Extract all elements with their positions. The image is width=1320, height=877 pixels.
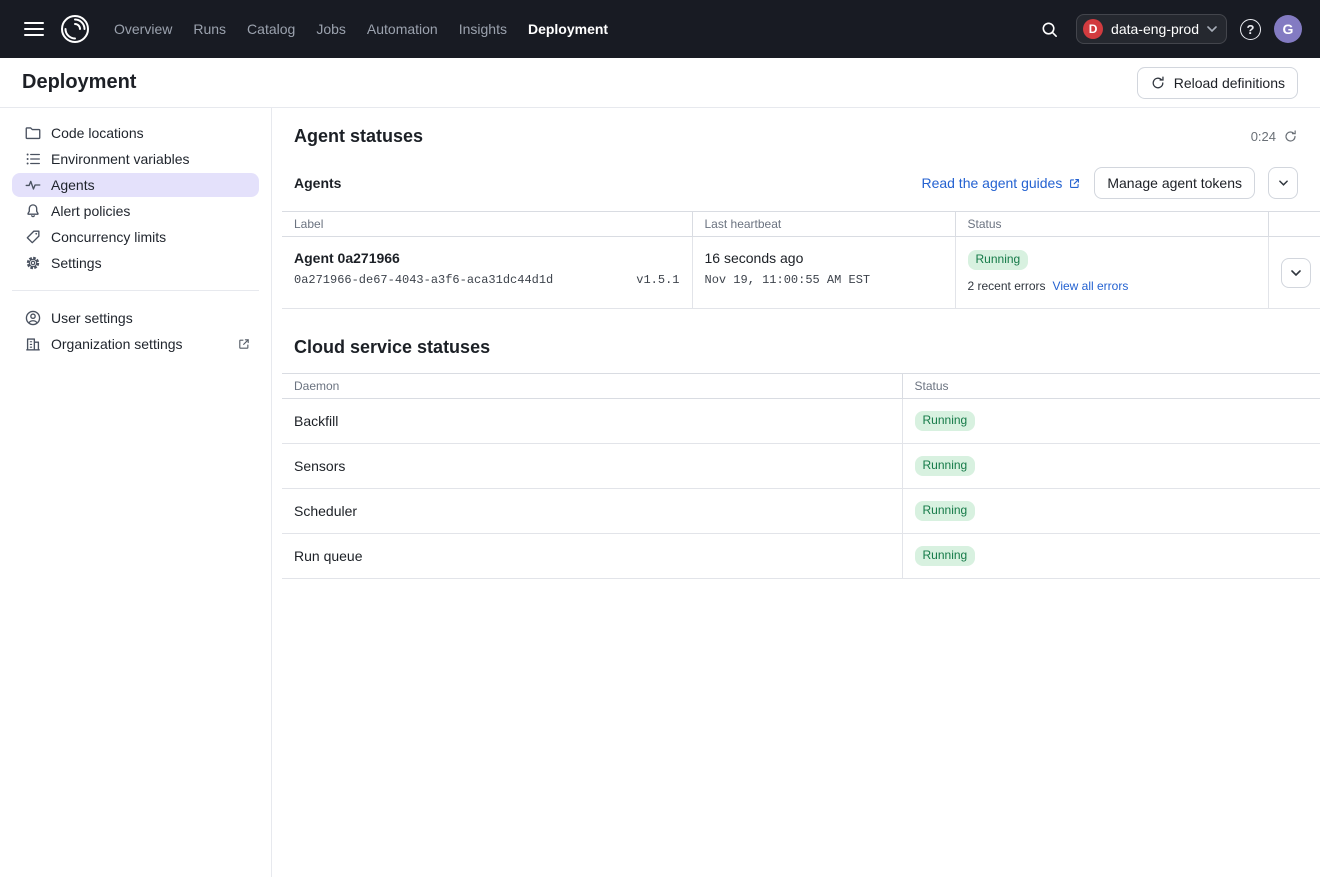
daemon-name: Run queue (294, 548, 363, 564)
agents-toolbar: Agents Read the agent guides Manage agen… (294, 167, 1298, 199)
reload-definitions-button[interactable]: Reload definitions (1137, 67, 1298, 99)
sidebar-item-label: Code locations (51, 125, 144, 141)
main-content: Agent statuses 0:24 Agents Read the agen… (272, 108, 1320, 877)
nav-item-deployment[interactable]: Deployment (526, 17, 610, 41)
view-all-errors-link[interactable]: View all errors (1053, 279, 1129, 293)
agent-expand-button[interactable] (1281, 258, 1311, 288)
deployment-switcher[interactable]: D data-eng-prod (1076, 14, 1227, 44)
reload-icon (1150, 75, 1166, 91)
status-badge: Running (915, 501, 976, 521)
daemon-row-backfill: Backfill Running (282, 399, 1320, 444)
agent-name: Agent 0a271966 (294, 250, 680, 266)
recent-errors-count: 2 recent errors (968, 279, 1046, 293)
manage-agent-tokens-button[interactable]: Manage agent tokens (1094, 167, 1255, 199)
sidebar-item-label: Environment variables (51, 151, 190, 167)
daemon-row-sensors: Sensors Running (282, 444, 1320, 489)
nav-item-automation[interactable]: Automation (365, 17, 440, 41)
countdown-value: 0:24 (1251, 129, 1276, 144)
daemon-name: Backfill (294, 413, 338, 429)
page-title: Deployment (22, 71, 136, 94)
column-header-heartbeat: Last heartbeat (692, 212, 955, 237)
status-badge: Running (968, 250, 1029, 270)
sidebar-item-code-locations[interactable]: Code locations (12, 121, 259, 145)
sidebar-item-label: User settings (51, 310, 133, 326)
cloud-services-table: Daemon Status Backfill Running Sensors R… (282, 373, 1320, 579)
sidebar-item-label: Settings (51, 255, 102, 271)
user-icon (24, 309, 42, 327)
help-icon[interactable]: ? (1240, 19, 1261, 40)
column-header-status: Status (955, 212, 1268, 237)
column-header-daemon: Daemon (282, 374, 902, 399)
deployment-badge: D (1083, 19, 1103, 39)
nav-item-insights[interactable]: Insights (457, 17, 509, 41)
nav-item-jobs[interactable]: Jobs (314, 17, 348, 41)
sidebar-item-label: Concurrency limits (51, 229, 166, 245)
refresh-icon[interactable] (1283, 129, 1298, 144)
daemon-name: Sensors (294, 458, 345, 474)
cloud-table-header: Daemon Status (282, 374, 1320, 399)
nav-item-runs[interactable]: Runs (191, 17, 228, 41)
column-header-status: Status (902, 374, 1320, 399)
building-icon (24, 335, 42, 353)
folder-icon (24, 124, 42, 142)
top-nav-bar: Overview Runs Catalog Jobs Automation In… (0, 0, 1320, 58)
agents-section-label: Agents (294, 175, 341, 191)
status-badge: Running (915, 546, 976, 566)
sidebar-item-environment-variables[interactable]: Environment variables (12, 147, 259, 171)
deployment-name: data-eng-prod (1111, 21, 1199, 37)
external-link-icon (237, 337, 251, 351)
nav-item-overview[interactable]: Overview (112, 17, 174, 41)
agents-table-header: Label Last heartbeat Status (282, 212, 1320, 237)
column-header-label: Label (282, 212, 692, 237)
heartbeat-timestamp: Nov 19, 11:00:55 AM EST (705, 273, 943, 287)
env-vars-icon (24, 150, 42, 168)
primary-nav: Overview Runs Catalog Jobs Automation In… (112, 17, 610, 41)
agent-id: 0a271966-de67-4043-a3f6-aca31dc44d1d (294, 273, 553, 287)
sidebar-item-label: Agents (51, 177, 95, 193)
sidebar-item-label: Alert policies (51, 203, 130, 219)
chevron-down-icon (1207, 26, 1217, 32)
agent-version: v1.5.1 (636, 273, 679, 287)
daemon-name: Scheduler (294, 503, 357, 519)
agent-row: Agent 0a271966 0a271966-de67-4043-a3f6-a… (282, 237, 1320, 309)
chevron-down-icon (1279, 180, 1288, 186)
refresh-countdown: 0:24 (1251, 129, 1298, 144)
daemon-row-run-queue: Run queue Running (282, 534, 1320, 579)
sidebar-item-user-settings[interactable]: User settings (12, 306, 259, 330)
sidebar-item-alert-policies[interactable]: Alert policies (12, 199, 259, 223)
external-link-icon (1068, 177, 1081, 190)
user-avatar[interactable]: G (1274, 15, 1302, 43)
agents-icon (24, 176, 42, 194)
sidebar-item-agents[interactable]: Agents (12, 173, 259, 197)
search-icon[interactable] (1036, 16, 1063, 43)
sidebar-item-organization-settings[interactable]: Organization settings (12, 332, 259, 356)
cloud-service-statuses-title: Cloud service statuses (294, 337, 1298, 358)
column-header-actions (1268, 212, 1320, 237)
bell-icon (24, 202, 42, 220)
agents-table: Label Last heartbeat Status Agent 0a2719… (282, 211, 1320, 309)
nav-item-catalog[interactable]: Catalog (245, 17, 297, 41)
status-badge: Running (915, 456, 976, 476)
sidebar-item-label: Organization settings (51, 336, 183, 352)
sidebar-item-settings[interactable]: Settings (12, 251, 259, 275)
dagster-logo-icon[interactable] (58, 12, 92, 46)
sidebar-divider (12, 290, 259, 291)
agent-statuses-title: Agent statuses (294, 126, 423, 147)
deployment-sidebar: Code locations Environment variables Age… (0, 108, 272, 877)
menu-icon[interactable] (18, 15, 50, 43)
tag-icon (24, 228, 42, 246)
page-header: Deployment Reload definitions (0, 58, 1320, 108)
chevron-down-icon (1291, 270, 1301, 276)
status-badge: Running (915, 411, 976, 431)
heartbeat-relative: 16 seconds ago (705, 250, 943, 266)
sidebar-item-concurrency-limits[interactable]: Concurrency limits (12, 225, 259, 249)
gear-icon (24, 254, 42, 272)
agents-more-actions-button[interactable] (1268, 167, 1298, 199)
agent-guides-link[interactable]: Read the agent guides (921, 175, 1081, 191)
daemon-row-scheduler: Scheduler Running (282, 489, 1320, 534)
